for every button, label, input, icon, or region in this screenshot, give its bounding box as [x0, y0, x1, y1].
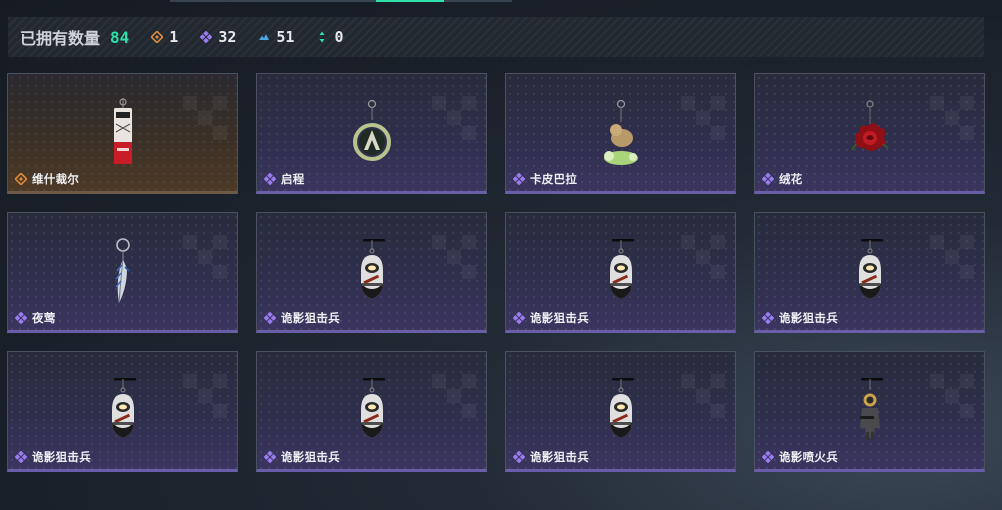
blue-rarity-value: 51: [276, 28, 295, 46]
charm-card[interactable]: 诡影狙击兵: [256, 351, 487, 472]
feather-charm-icon: [114, 238, 130, 304]
charm-card[interactable]: 启程: [256, 73, 487, 194]
owned-count-label: 已拥有数量: [20, 29, 101, 48]
owned-count-total: 84: [110, 27, 130, 47]
charm-name: 诡影喷火兵: [779, 450, 838, 464]
purple-rarity-icon: [264, 451, 276, 463]
gold-rarity-value: 1: [169, 28, 179, 46]
purple-rarity-count: 32: [200, 28, 236, 46]
flamethrower-figure-charm-icon: [850, 376, 890, 448]
charm-card-label: 诡影狙击兵: [762, 310, 838, 326]
charm-collection-grid: 维什裁尔 启程 卡皮巴拉 绒花 夜莺 诡影狙击兵 诡影狙击兵 诡影狙击兵 诡影狙…: [7, 73, 985, 472]
purple-rarity-icon: [513, 451, 525, 463]
charm-name: 夜莺: [32, 311, 56, 325]
charm-card[interactable]: 诡影狙击兵: [754, 212, 985, 333]
blue-rarity-count: 51: [258, 28, 294, 46]
green-rarity-count: 0: [316, 28, 343, 46]
charm-name: 诡影狙击兵: [779, 311, 838, 325]
charm-name: 诡影狙击兵: [530, 450, 589, 464]
charm-card-label: 诡影狙击兵: [513, 449, 589, 465]
purple-rarity-value: 32: [218, 28, 237, 46]
charm-card-label: 维什裁尔: [15, 171, 79, 187]
purple-rarity-icon: [762, 451, 774, 463]
purple-rarity-icon: [513, 312, 525, 324]
sniper-figure-charm-icon: [103, 376, 143, 448]
purple-rarity-icon: [762, 312, 774, 324]
sniper-figure-charm-icon: [352, 376, 392, 448]
red-rose-charm-icon: [850, 100, 889, 151]
sniper-figure-charm-icon: [352, 237, 392, 309]
green-rarity-value: 0: [334, 28, 344, 46]
charm-card-label: 启程: [264, 171, 305, 187]
gold-rarity-icon: [151, 31, 164, 43]
charm-card[interactable]: 诡影狙击兵: [505, 212, 736, 333]
active-tab-indicator: [376, 0, 444, 2]
purple-rarity-icon: [513, 173, 525, 185]
purple-rarity-icon: [762, 173, 774, 185]
charm-card[interactable]: 绒花: [754, 73, 985, 194]
charm-name: 诡影狙击兵: [281, 311, 340, 325]
charm-card-label: 绒花: [762, 171, 803, 187]
charm-name: 诡影狙击兵: [281, 450, 340, 464]
gold-rarity-icon: [15, 173, 27, 185]
charm-card[interactable]: 维什裁尔: [7, 73, 238, 194]
sniper-figure-charm-icon: [601, 376, 641, 448]
green-rarity-icon: [319, 31, 325, 43]
capybara-charm-icon: [603, 99, 638, 165]
blue-rarity-icon: [259, 34, 270, 40]
charm-card-label: 夜莺: [15, 310, 56, 326]
charm-card[interactable]: 卡皮巴拉: [505, 73, 736, 194]
charm-card-label: 诡影喷火兵: [762, 449, 838, 465]
charm-card[interactable]: 夜莺: [7, 212, 238, 333]
charm-card-label: 卡皮巴拉: [513, 171, 577, 187]
charm-name: 诡影狙击兵: [32, 450, 91, 464]
sniper-figure-charm-icon: [850, 237, 890, 309]
purple-rarity-icon: [200, 31, 213, 43]
gold-rarity-count: 1: [151, 28, 178, 46]
charm-card[interactable]: 诡影狙击兵: [256, 212, 487, 333]
sniper-figure-charm-icon: [601, 237, 641, 309]
charm-name: 诡影狙击兵: [530, 311, 589, 325]
charm-card-label: 诡影狙击兵: [264, 449, 340, 465]
ring-emblem-charm-icon: [352, 99, 391, 161]
charm-card-label: 诡影狙击兵: [513, 310, 589, 326]
charm-name: 卡皮巴拉: [530, 172, 578, 186]
charm-card[interactable]: 诡影喷火兵: [754, 351, 985, 472]
red-white-tag-charm-icon: [113, 98, 132, 164]
top-tab-indicator-bar: [170, 0, 512, 2]
owned-stats-bar: 已拥有数量 84 1 32 51 0: [8, 17, 984, 57]
purple-rarity-icon: [15, 451, 27, 463]
purple-rarity-icon: [15, 312, 27, 324]
purple-rarity-icon: [264, 312, 276, 324]
charm-card-label: 诡影狙击兵: [264, 310, 340, 326]
purple-rarity-icon: [264, 173, 276, 185]
charm-card-label: 诡影狙击兵: [15, 449, 91, 465]
charm-name: 绒花: [779, 172, 803, 186]
charm-card[interactable]: 诡影狙击兵: [7, 351, 238, 472]
charm-name: 维什裁尔: [32, 172, 80, 186]
charm-name: 启程: [281, 172, 305, 186]
charm-card[interactable]: 诡影狙击兵: [505, 351, 736, 472]
